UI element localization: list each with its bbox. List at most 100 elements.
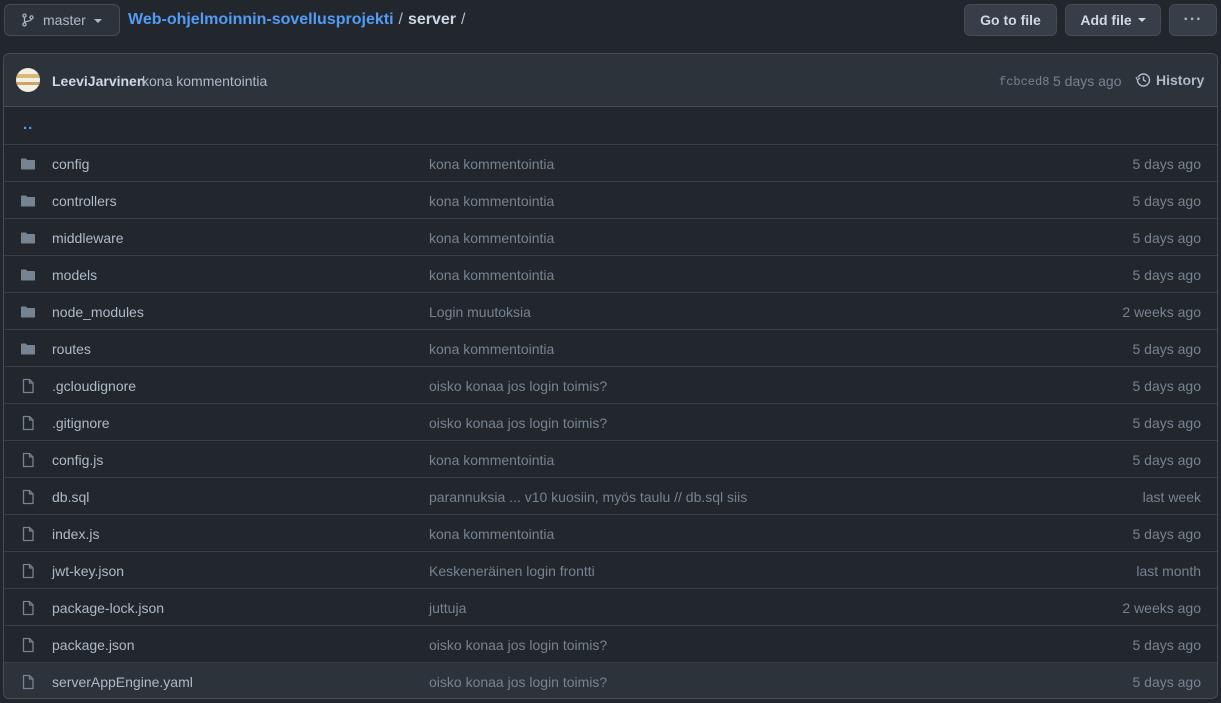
file-name-link[interactable]: middleware (52, 230, 124, 246)
file-age: 5 days ago (1132, 230, 1202, 246)
file-age: 5 days ago (1132, 267, 1202, 283)
folder-row[interactable]: config kona kommentointia 5 days ago (4, 144, 1217, 181)
file-icon (22, 674, 34, 690)
file-commit-message-link[interactable]: kona kommentointia (429, 230, 554, 246)
file-age: 2 weeks ago (1122, 600, 1201, 616)
file-commit-message-link[interactable]: juttuja (429, 600, 466, 616)
history-icon (1135, 73, 1151, 87)
commit-sha-link[interactable]: fcbced8 (999, 75, 1049, 89)
file-row[interactable]: index.js kona kommentointia 5 days ago (4, 514, 1217, 551)
file-commit-message-link[interactable]: oisko konaa jos login toimis? (429, 415, 607, 431)
file-age: 2 weeks ago (1122, 304, 1201, 320)
folder-row[interactable]: routes kona kommentointia 5 days ago (4, 329, 1217, 366)
file-name-link[interactable]: jwt-key.json (52, 563, 124, 579)
add-file-button[interactable]: Add file (1065, 4, 1161, 36)
folder-icon (21, 158, 35, 170)
file-row[interactable]: serverAppEngine.yaml oisko konaa jos log… (4, 662, 1217, 698)
avatar[interactable] (16, 68, 40, 92)
file-row[interactable]: package-lock.json juttuja 2 weeks ago (4, 588, 1217, 625)
file-name-link[interactable]: config (52, 156, 89, 172)
repo-header: master Web-ohjelmoinnin-sovellusprojekti… (0, 0, 1221, 42)
file-commit-message-link[interactable]: kona kommentointia (429, 526, 554, 542)
file-name-link[interactable]: index.js (52, 526, 99, 542)
file-age: 5 days ago (1132, 156, 1202, 172)
chevron-down-icon (1137, 18, 1146, 22)
file-name-link[interactable]: serverAppEngine.yaml (52, 674, 193, 690)
file-commit-message-link[interactable]: oisko konaa jos login toimis? (429, 378, 607, 394)
file-name-link[interactable]: .gitignore (52, 415, 110, 431)
file-age: last month (1136, 563, 1201, 579)
file-name-link[interactable]: routes (52, 341, 91, 357)
git-branch-icon (22, 13, 34, 27)
file-name-link[interactable]: controllers (52, 193, 117, 209)
folder-row[interactable]: models kona kommentointia 5 days ago (4, 255, 1217, 292)
kebab-horizontal-icon: ··· (1183, 11, 1203, 28)
parent-directory-row[interactable]: .. (4, 107, 1217, 144)
file-name-link[interactable]: config.js (52, 452, 103, 468)
file-commit-message-link[interactable]: kona kommentointia (429, 156, 554, 172)
file-row[interactable]: package.json oisko konaa jos login toimi… (4, 625, 1217, 662)
file-row[interactable]: .gitignore oisko konaa jos login toimis?… (4, 403, 1217, 440)
history-label: History (1156, 72, 1205, 88)
file-commit-message-link[interactable]: kona kommentointia (429, 452, 554, 468)
breadcrumb-trailing-separator: / (461, 11, 466, 28)
file-commit-message-link[interactable]: parannuksia ... v10 kuosiin, myös taulu … (429, 489, 747, 505)
folder-row[interactable]: controllers kona kommentointia 5 days ag… (4, 181, 1217, 218)
file-age: 5 days ago (1132, 415, 1202, 431)
file-commit-message-link[interactable]: kona kommentointia (429, 267, 554, 283)
latest-commit-bar: LeeviJarvinen kona kommentointia fcbced8… (4, 54, 1217, 107)
file-icon (22, 637, 34, 653)
file-list: config kona kommentointia 5 days ago con… (4, 144, 1217, 698)
add-file-label: Add file (1080, 12, 1132, 28)
breadcrumb: Web-ohjelmoinnin-sovellusprojekti / serv… (128, 11, 470, 29)
breadcrumb-current-dir: server (407, 11, 457, 28)
file-icon (22, 563, 34, 579)
folder-row[interactable]: node_modules Login muutoksia 2 weeks ago (4, 292, 1217, 329)
file-row[interactable]: jwt-key.json Keskeneräinen login frontti… (4, 551, 1217, 588)
file-icon (22, 452, 34, 468)
file-row[interactable]: .gcloudignore oisko konaa jos login toim… (4, 366, 1217, 403)
file-name-link[interactable]: package.json (52, 637, 135, 653)
history-link[interactable]: History (1135, 72, 1204, 88)
file-name-link[interactable]: package-lock.json (52, 600, 164, 616)
file-name-link[interactable]: node_modules (52, 304, 144, 320)
commit-message-link[interactable]: kona kommentointia (142, 73, 267, 89)
file-browser: LeeviJarvinen kona kommentointia fcbced8… (3, 53, 1218, 699)
file-name-link[interactable]: models (52, 267, 97, 283)
folder-icon (21, 306, 35, 318)
file-name-link[interactable]: db.sql (52, 489, 89, 505)
file-icon (22, 526, 34, 542)
file-commit-message-link[interactable]: kona kommentointia (429, 193, 554, 209)
file-commit-message-link[interactable]: Login muutoksia (429, 304, 531, 320)
file-icon (22, 415, 34, 431)
parent-directory-link[interactable]: .. (23, 116, 33, 133)
go-to-file-button[interactable]: Go to file (964, 4, 1057, 36)
file-row[interactable]: config.js kona kommentointia 5 days ago (4, 440, 1217, 477)
folder-icon (21, 232, 35, 244)
folder-icon (21, 343, 35, 355)
file-icon (22, 600, 34, 616)
folder-row[interactable]: middleware kona kommentointia 5 days ago (4, 218, 1217, 255)
breadcrumb-separator: / (398, 11, 403, 28)
file-age: 5 days ago (1132, 341, 1202, 357)
file-row[interactable]: db.sql parannuksia ... v10 kuosiin, myös… (4, 477, 1217, 514)
branch-label: master (43, 12, 86, 28)
file-commit-message-link[interactable]: kona kommentointia (429, 341, 554, 357)
file-age: 5 days ago (1132, 452, 1202, 468)
go-to-file-label: Go to file (980, 12, 1041, 28)
file-age: 5 days ago (1132, 378, 1202, 394)
file-name-link[interactable]: .gcloudignore (52, 378, 136, 394)
file-age: 5 days ago (1132, 193, 1202, 209)
branch-select-button[interactable]: master (4, 4, 120, 36)
folder-icon (21, 195, 35, 207)
commit-author-link[interactable]: LeeviJarvinen (52, 73, 145, 89)
commit-time: 5 days ago (1053, 73, 1122, 89)
file-commit-message-link[interactable]: Keskeneräinen login frontti (429, 563, 595, 579)
folder-icon (21, 269, 35, 281)
file-commit-message-link[interactable]: oisko konaa jos login toimis? (429, 674, 607, 690)
file-age: last week (1142, 489, 1201, 505)
breadcrumb-repo-link[interactable]: Web-ohjelmoinnin-sovellusprojekti (128, 11, 394, 29)
more-options-button[interactable]: ··· (1169, 4, 1217, 36)
file-commit-message-link[interactable]: oisko konaa jos login toimis? (429, 637, 607, 653)
chevron-down-icon (93, 19, 102, 23)
